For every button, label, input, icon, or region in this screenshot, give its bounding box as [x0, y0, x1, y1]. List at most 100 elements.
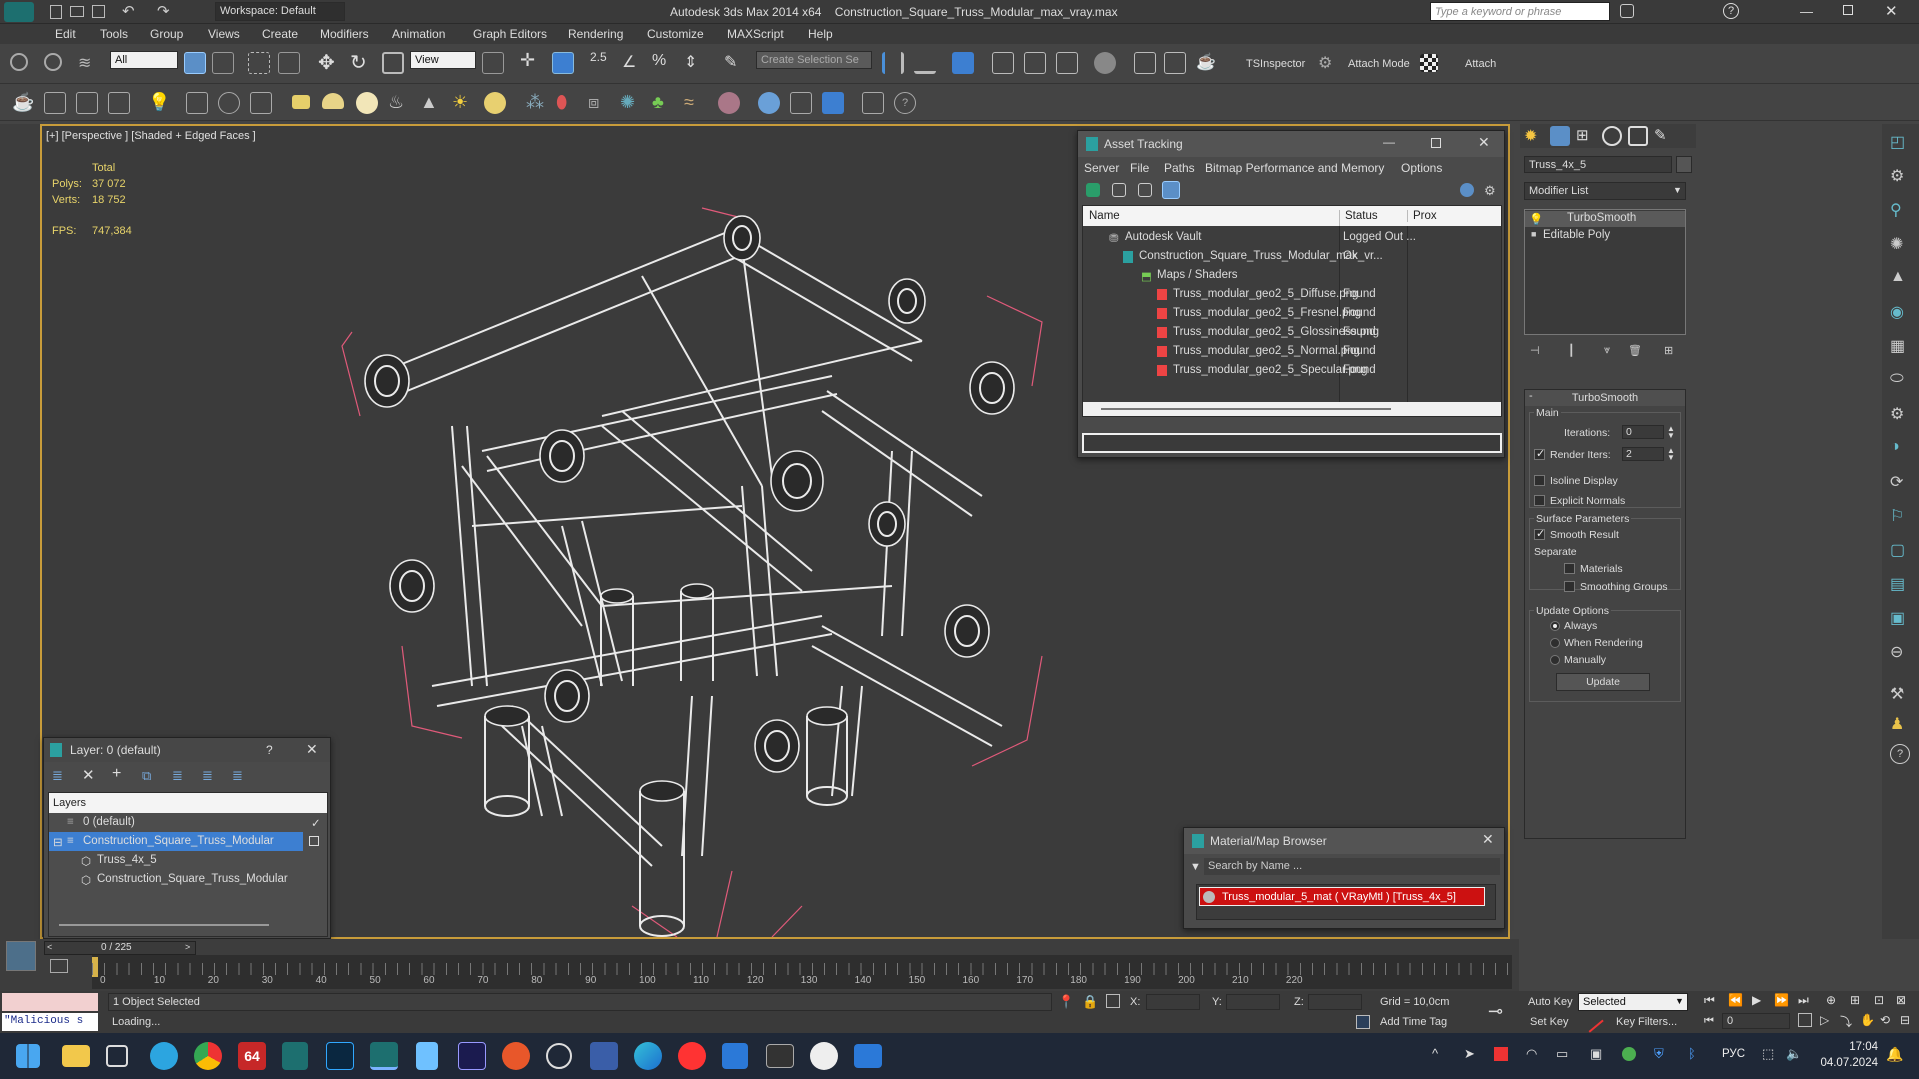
- viewport-icon-6[interactable]: ◉: [1890, 302, 1912, 324]
- next-key-icon[interactable]: ⏩: [1774, 993, 1789, 1007]
- maxscript-output[interactable]: "Malicious s: [2, 1013, 98, 1031]
- mini-curve-editor-icon[interactable]: [50, 959, 68, 973]
- layer-item-selected[interactable]: ⊟ ≡ Construction_Square_Truss_Modular: [49, 832, 303, 851]
- current-frame-field[interactable]: 0: [1722, 1013, 1790, 1029]
- viewport-preview-thumb[interactable]: [6, 941, 36, 971]
- undo-icon[interactable]: ↶: [122, 2, 135, 20]
- menu-rendering[interactable]: Rendering: [568, 27, 623, 41]
- key-mode-toggle-icon[interactable]: ⏮: [1704, 1015, 1714, 1028]
- viewport-icon-2[interactable]: ⚙: [1890, 166, 1912, 188]
- new-file-icon[interactable]: [50, 5, 62, 19]
- menu-edit[interactable]: Edit: [55, 27, 76, 41]
- table-row[interactable]: ⬒ Maps / Shaders: [1083, 266, 1501, 285]
- maxscript-listener[interactable]: [2, 993, 98, 1011]
- make-unique-icon[interactable]: ⩔: [1604, 344, 1610, 357]
- display-tab-icon[interactable]: [1628, 126, 1648, 146]
- task-view-icon[interactable]: [106, 1045, 128, 1067]
- spinner-arrows-icon[interactable]: ▲ ▼: [1667, 425, 1675, 440]
- render-iters-checkbox[interactable]: [1534, 447, 1545, 460]
- align-icon[interactable]: [914, 52, 936, 74]
- maximize-viewport-icon[interactable]: ⊠: [1896, 993, 1906, 1007]
- keyboard-language[interactable]: РУС: [1722, 1048, 1745, 1060]
- tsinspector-button[interactable]: TSInspector: [1246, 58, 1305, 70]
- key-mode-icon[interactable]: ⊸: [1488, 1001, 1503, 1022]
- viewport-icon-3[interactable]: ⚲: [1890, 200, 1912, 222]
- search-app-icon[interactable]: [546, 1043, 572, 1069]
- walk-icon[interactable]: ⟲: [1880, 1013, 1890, 1027]
- frame-buffer-icon[interactable]: [790, 92, 812, 114]
- viewport-icon-5[interactable]: ▲: [1890, 268, 1912, 290]
- expand-icon[interactable]: ⊟: [53, 835, 63, 849]
- file-explorer-icon[interactable]: [62, 1045, 90, 1067]
- open-file-icon[interactable]: [70, 6, 84, 17]
- selection-filter-dropdown[interactable]: All: [110, 51, 178, 69]
- clock[interactable]: 17:04 04.07.2024: [1818, 1039, 1878, 1071]
- menu-server[interactable]: Server: [1084, 161, 1119, 175]
- menu-help[interactable]: Help: [808, 27, 833, 41]
- snap-toggle-icon[interactable]: 2.5: [590, 50, 607, 64]
- tray-defender-icon[interactable]: ⛨: [1654, 1046, 1664, 1062]
- hand-icon[interactable]: ✋: [1860, 1013, 1875, 1027]
- render-frame-icon[interactable]: [44, 92, 66, 114]
- viewport-icon-8[interactable]: ⬭: [1890, 370, 1912, 392]
- minimize-icon[interactable]: —: [1383, 135, 1395, 149]
- attach-mode-button[interactable]: Attach Mode: [1348, 58, 1410, 70]
- spinner-arrows-icon[interactable]: ▲ ▼: [1667, 447, 1675, 462]
- configure-sets-icon[interactable]: ⊞: [1664, 344, 1673, 357]
- restore-icon[interactable]: [1843, 5, 1853, 15]
- close-icon[interactable]: ✕: [306, 741, 318, 758]
- menu-file[interactable]: File: [1130, 161, 1149, 175]
- chrome-icon[interactable]: [194, 1042, 222, 1070]
- column-status[interactable]: Status: [1339, 210, 1378, 230]
- utilities-tab-icon[interactable]: ✎: [1654, 126, 1674, 146]
- window-crossing-icon[interactable]: [278, 52, 300, 74]
- hair-icon[interactable]: ≈: [684, 92, 706, 114]
- viewport-icon-1[interactable]: ◰: [1890, 132, 1912, 154]
- save-file-icon[interactable]: [92, 5, 105, 18]
- percent-snap-icon[interactable]: %: [652, 52, 674, 74]
- help-icon[interactable]: [1460, 183, 1474, 197]
- smooth-result-checkbox[interactable]: [1534, 527, 1545, 540]
- viewport-icon-12[interactable]: ⚐: [1890, 506, 1912, 528]
- explicit-normals-checkbox[interactable]: [1534, 495, 1545, 506]
- viewport-icon-7[interactable]: ▦: [1890, 336, 1912, 358]
- pan-icon[interactable]: ▷: [1820, 1013, 1829, 1027]
- table-row[interactable]: Truss_modular_geo2_5_Glossiness.png Foun…: [1083, 323, 1501, 342]
- fur-icon[interactable]: ✺: [620, 92, 642, 114]
- workspace-dropdown[interactable]: Workspace: Default: [215, 2, 345, 21]
- tray-headphones-icon[interactable]: ◠: [1526, 1046, 1537, 1062]
- menu-create[interactable]: Create: [262, 27, 298, 41]
- material-ball-icon[interactable]: [718, 92, 740, 114]
- set-key-button[interactable]: Set Key: [1530, 1016, 1569, 1028]
- y-coord-field[interactable]: [1226, 994, 1280, 1010]
- light-lister-icon[interactable]: 💡: [148, 92, 170, 114]
- viewport-icon-15[interactable]: ▣: [1890, 608, 1912, 630]
- omni-light-icon[interactable]: [484, 92, 506, 114]
- time-config-icon[interactable]: [1798, 1013, 1812, 1027]
- tray-monitor-icon[interactable]: ⬚: [1762, 1046, 1774, 1062]
- tray-volume-icon[interactable]: 🔈: [1786, 1046, 1802, 1062]
- asset-tracking-titlebar[interactable]: Asset Tracking — ✕: [1078, 131, 1504, 157]
- remove-modifier-icon[interactable]: 🗑: [1628, 344, 1642, 357]
- tray-display-icon[interactable]: ▣: [1590, 1046, 1602, 1062]
- plane-icon[interactable]: [292, 95, 310, 109]
- plant-icon[interactable]: ♣: [652, 92, 674, 114]
- viewport-icon-14[interactable]: ▤: [1890, 574, 1912, 596]
- pivot-center-icon[interactable]: [482, 52, 504, 74]
- object-item[interactable]: ⬡ Truss_4x_5: [49, 851, 327, 870]
- spinner-snap-icon[interactable]: ⇕: [684, 52, 706, 74]
- sphere-icon[interactable]: [356, 92, 378, 114]
- material-editor-icon[interactable]: [1094, 52, 1116, 74]
- object-item[interactable]: ⬡ Construction_Square_Truss_Modular: [49, 870, 327, 889]
- key-mode-dropdown[interactable]: Selected ▼: [1578, 993, 1688, 1011]
- asset-path-field[interactable]: [1082, 433, 1502, 453]
- move-icon[interactable]: ✥: [318, 50, 340, 74]
- camera-icon[interactable]: [854, 1044, 882, 1068]
- particle-icon[interactable]: ⁂: [526, 92, 548, 114]
- terminal-icon[interactable]: [766, 1044, 794, 1068]
- binoculars-icon[interactable]: [1620, 4, 1634, 18]
- attach-mode-icon[interactable]: ⚙: [1318, 53, 1340, 75]
- browser-options-icon[interactable]: ▼: [1190, 861, 1201, 873]
- table-icon[interactable]: [76, 92, 98, 114]
- column-proxy[interactable]: Prox: [1407, 210, 1437, 222]
